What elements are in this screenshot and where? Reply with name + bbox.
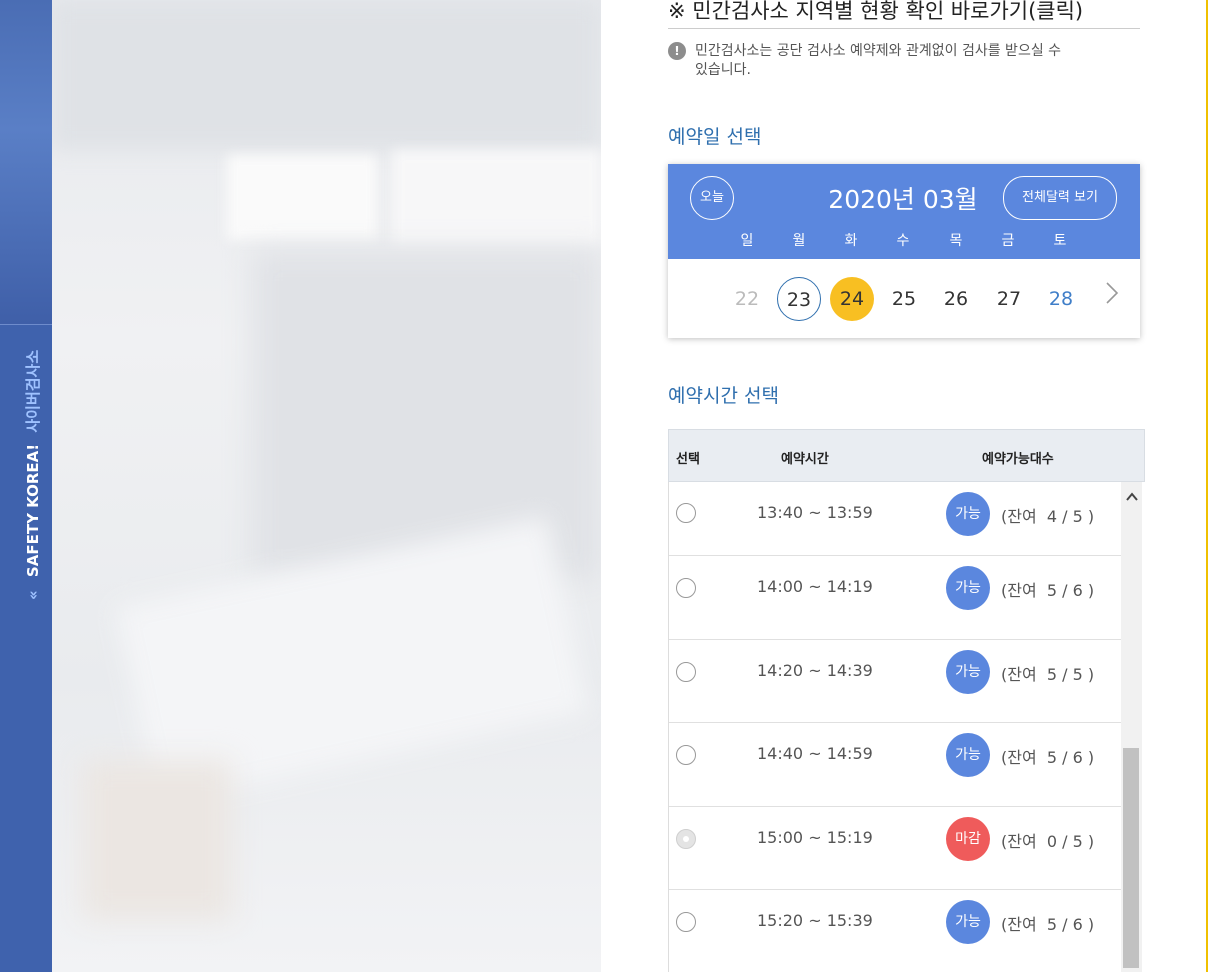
time-slot-radio[interactable] — [676, 912, 696, 933]
time-slot-radio-disabled — [676, 828, 696, 849]
column-time: 예약시간 — [781, 452, 829, 467]
double-chevron-icon: « — [24, 590, 42, 600]
table-row[interactable]: 15:20 ~ 15:39 가능 (잔여 5 / 6 ) — [669, 890, 1121, 972]
status-badge: 가능 — [946, 566, 990, 610]
time-slot-radio[interactable] — [676, 661, 696, 682]
sidebar-toggle[interactable]: « SAFETY KOREA! 사이버검사소 — [22, 350, 43, 600]
time-slot-range: 14:00 ~ 14:19 — [757, 577, 873, 596]
status-badge: 가능 — [946, 649, 990, 694]
time-slot-range: 14:20 ~ 14:39 — [757, 660, 873, 680]
notice-line-1: 민간검사소는 공단 검사소 예약제와 관계없이 검사를 받으실 수 — [695, 43, 1062, 59]
info-icon: ! — [668, 42, 686, 60]
time-table-header: 선택 예약시간 예약가능대수 — [668, 429, 1145, 482]
weekday-label: 목 — [949, 233, 963, 249]
chevron-right-icon[interactable] — [1102, 279, 1122, 315]
remaining-count: (잔여 0 / 5 ) — [1001, 831, 1095, 851]
status-badge: 마감 — [946, 816, 990, 861]
weekday-label: 금 — [1001, 233, 1015, 249]
time-slot-range: 15:20 ~ 15:39 — [757, 911, 873, 931]
sidebar-brand: 사이버검사소 — [24, 349, 42, 433]
calendar: 오늘 2020년 03월 전체달력 보기 일 월 화 수 목 금 토 22 23… — [668, 164, 1140, 338]
calendar-month-label: 2020년 03월 — [828, 185, 978, 214]
table-row[interactable]: 14:20 ~ 14:39 가능 (잔여 5 / 5 ) — [669, 640, 1121, 724]
status-badge: 가능 — [946, 900, 990, 945]
calendar-day-selected[interactable]: 24 — [830, 277, 874, 321]
private-centers-notice: ! 민간검사소는 공단 검사소 예약제와 관계없이 검사를 받으실 수 있습니다… — [668, 42, 1108, 80]
time-section-title: 예약시간 선택 — [668, 385, 779, 407]
time-slot-range: 15:00 ~ 15:19 — [757, 827, 873, 847]
private-centers-link[interactable]: ※ 민간검사소 지역별 현황 확인 바로가기(클릭) — [668, 0, 1140, 29]
sidebar-photo-strip — [0, 0, 52, 325]
scrollbar-thumb[interactable] — [1123, 748, 1139, 968]
calendar-day[interactable]: 27 — [987, 277, 1031, 321]
remaining-count: (잔여 5 / 5 ) — [1001, 664, 1095, 684]
status-badge: 가능 — [946, 492, 990, 536]
weekday-label: 수 — [896, 233, 910, 249]
status-badge: 가능 — [946, 733, 990, 778]
time-slot-range: 14:40 ~ 14:59 — [757, 744, 873, 764]
table-row[interactable]: 13:40 ~ 13:59 가능 (잔여 4 / 5 ) — [669, 482, 1121, 556]
time-slot-range: 13:40 ~ 13:59 — [757, 503, 873, 522]
today-button[interactable]: 오늘 — [690, 176, 734, 220]
sidebar-tagline: SAFETY KOREA! — [24, 443, 42, 578]
calendar-day: 22 — [734, 288, 760, 310]
calendar-day[interactable]: 25 — [882, 277, 926, 321]
column-select: 선택 — [676, 452, 700, 467]
table-row[interactable]: 14:00 ~ 14:19 가능 (잔여 5 / 6 ) — [669, 556, 1121, 640]
left-sidebar: « SAFETY KOREA! 사이버검사소 — [0, 0, 52, 972]
remaining-count: (잔여 5 / 6 ) — [1001, 915, 1095, 935]
calendar-day-today[interactable]: 23 — [777, 277, 821, 321]
weekday-label: 토 — [1053, 233, 1067, 249]
calendar-day[interactable]: 28 — [1039, 277, 1083, 321]
calendar-day[interactable]: 26 — [934, 277, 978, 321]
notice-line-2: 있습니다. — [695, 62, 751, 78]
calendar-header: 오늘 2020년 03월 전체달력 보기 일 월 화 수 목 금 토 — [668, 164, 1140, 259]
scroll-up-icon[interactable] — [1121, 490, 1142, 506]
column-availability: 예약가능대수 — [982, 452, 1054, 467]
time-slot-radio[interactable] — [676, 578, 696, 598]
weekday-label: 화 — [844, 233, 858, 249]
time-table-body: 13:40 ~ 13:59 가능 (잔여 4 / 5 ) 14:00 ~ 14:… — [668, 482, 1121, 972]
weekday-label: 월 — [792, 233, 806, 249]
full-calendar-button[interactable]: 전체달력 보기 — [1003, 176, 1117, 220]
background-photo — [52, 0, 601, 972]
time-slot-radio[interactable] — [676, 745, 696, 766]
remaining-count: (잔여 4 / 5 ) — [1001, 507, 1095, 526]
date-section-title: 예약일 선택 — [668, 126, 762, 148]
time-table-scrollbar[interactable] — [1121, 482, 1142, 972]
remaining-count: (잔여 5 / 6 ) — [1001, 581, 1095, 600]
table-row: 15:00 ~ 15:19 마감 (잔여 0 / 5 ) — [669, 807, 1121, 891]
weekday-label: 일 — [740, 233, 754, 249]
table-row[interactable]: 14:40 ~ 14:59 가능 (잔여 5 / 6 ) — [669, 723, 1121, 807]
remaining-count: (잔여 5 / 6 ) — [1001, 748, 1095, 768]
time-slot-radio[interactable] — [676, 503, 696, 523]
